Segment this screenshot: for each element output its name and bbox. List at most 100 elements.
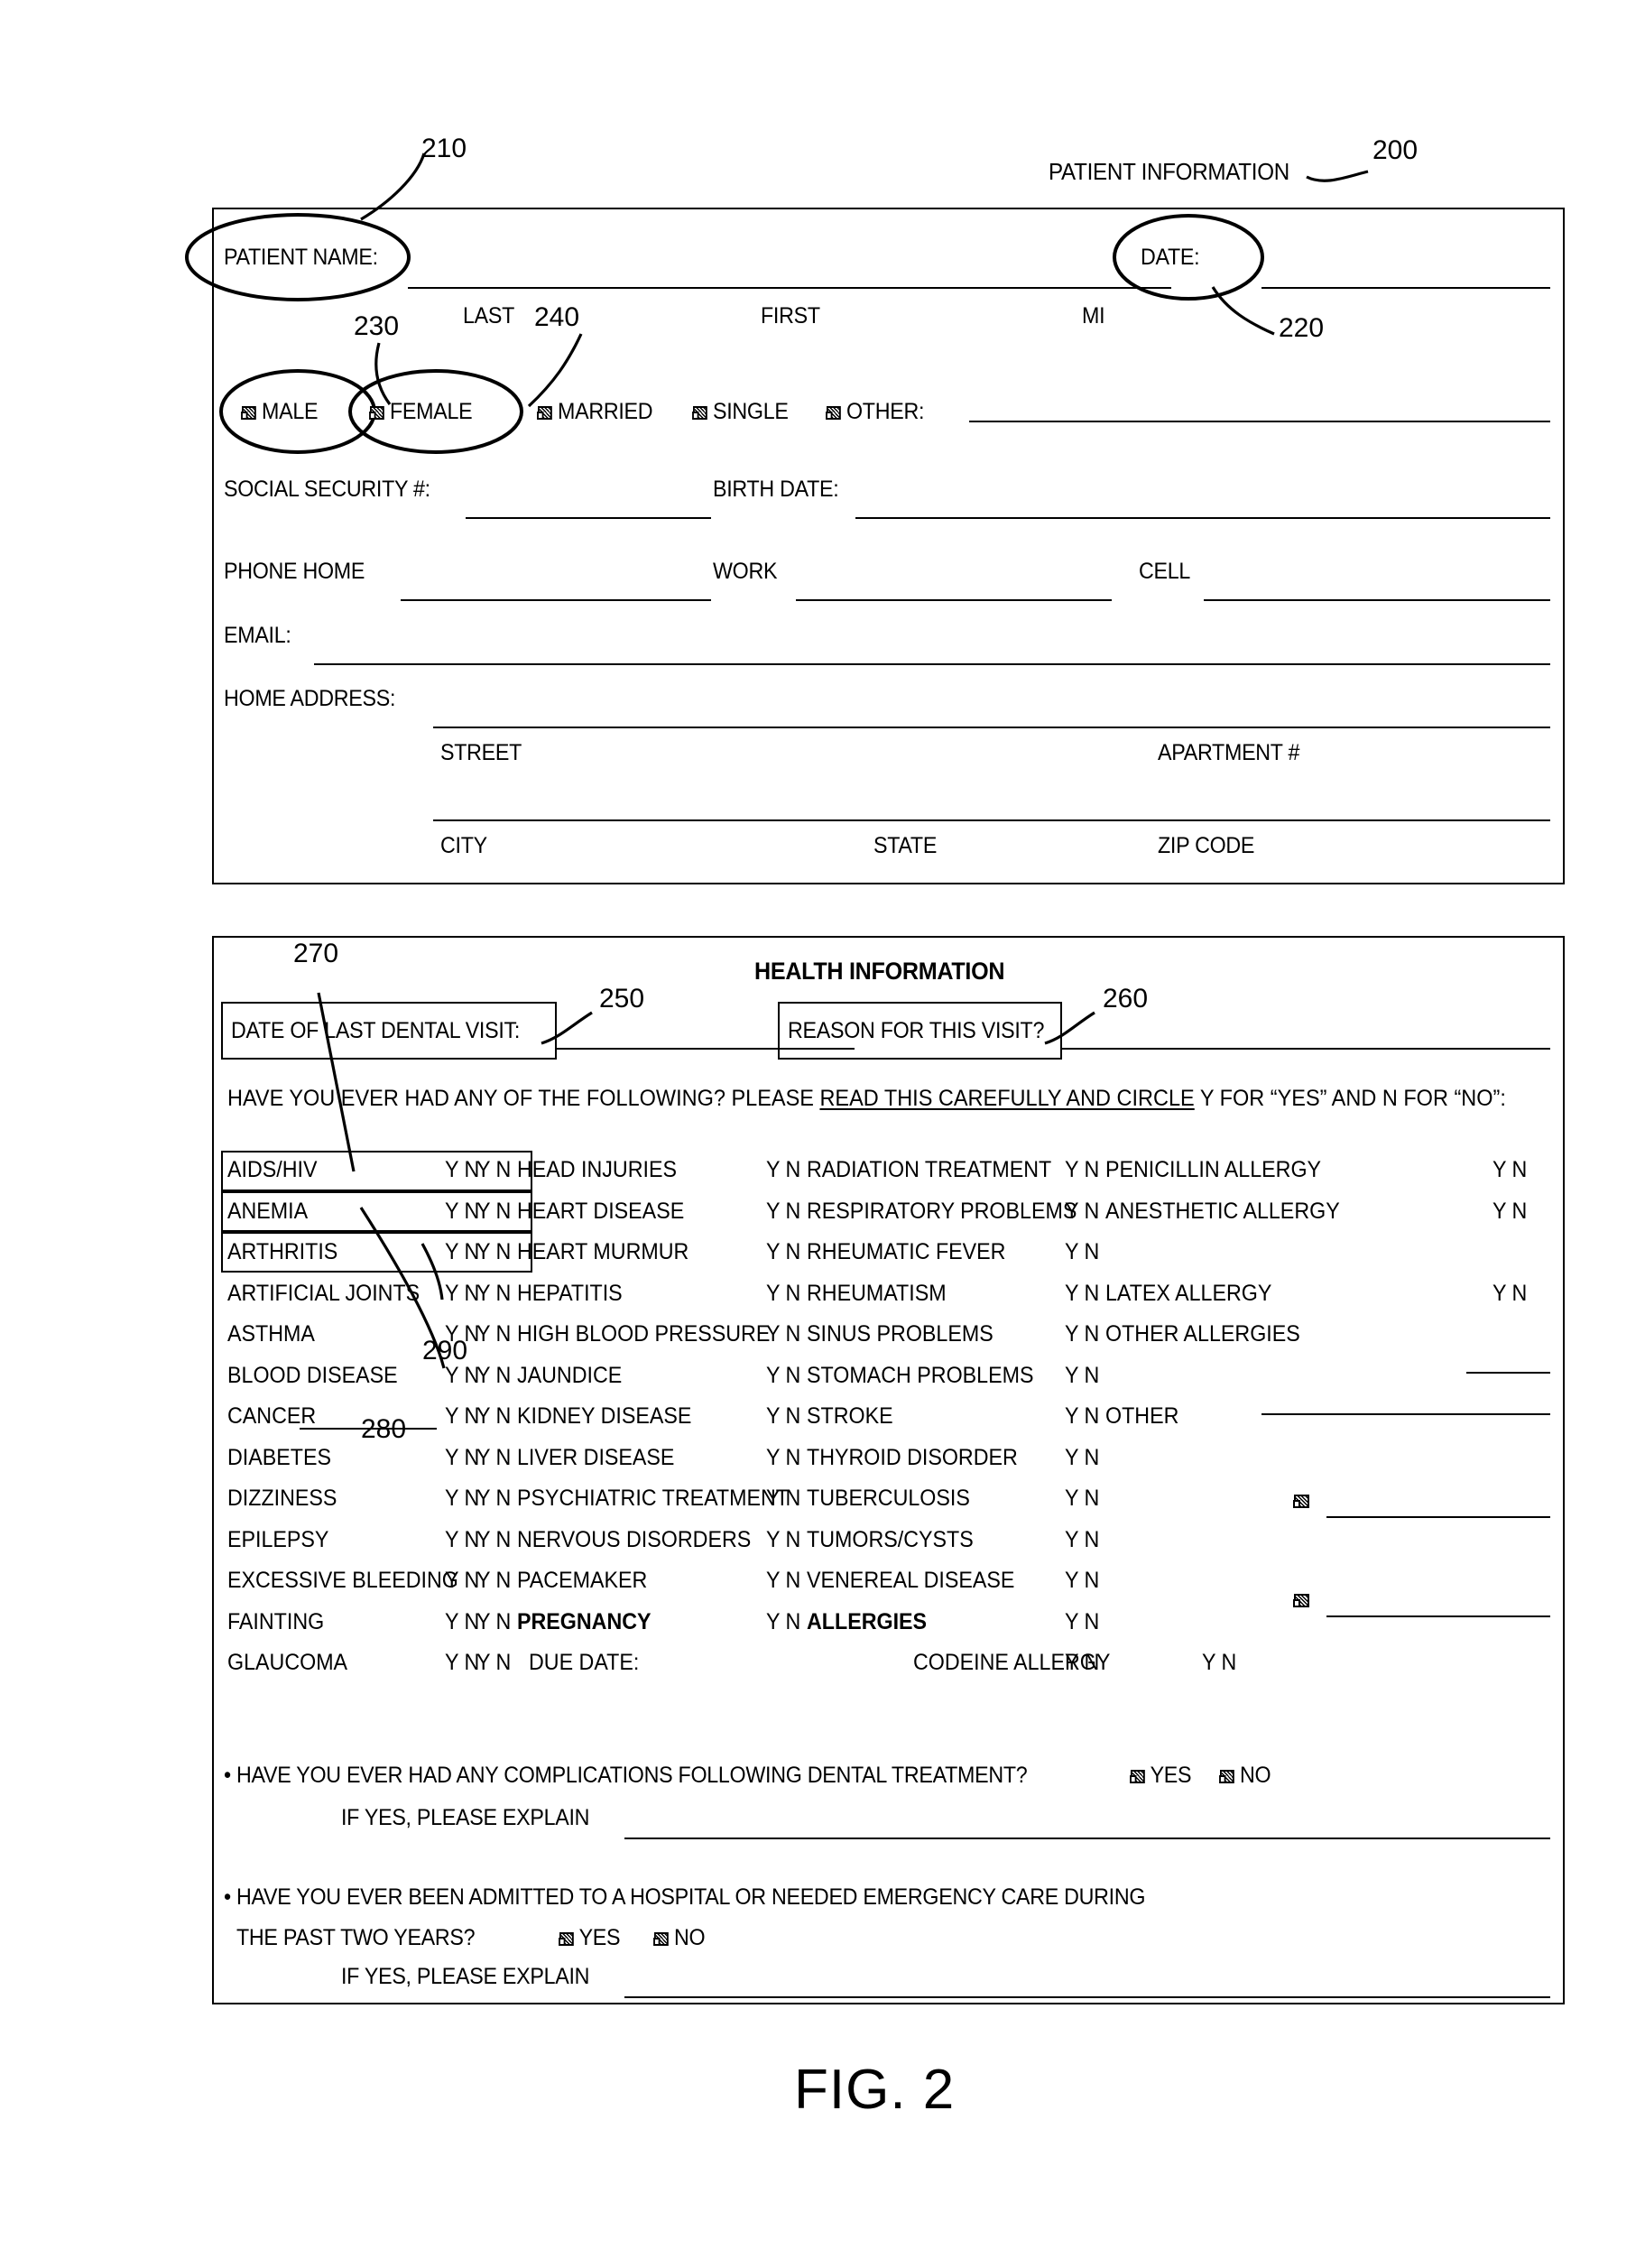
reason-for-visit-input-line[interactable] bbox=[1062, 1048, 1550, 1050]
mi-sublabel: MI bbox=[1082, 303, 1105, 329]
checkbox-icon-married[interactable] bbox=[537, 406, 552, 420]
birth-date-input-line[interactable] bbox=[855, 517, 1550, 519]
condition-label-allergies: ALLERGIES bbox=[807, 1608, 928, 1634]
yn-toggle-column2-8[interactable]: Y N bbox=[476, 1487, 511, 1510]
question1-yes-option[interactable]: YES bbox=[1130, 1764, 1192, 1787]
yn-toggle-column3-7[interactable]: Y N bbox=[766, 1446, 800, 1469]
checkbox-icon-other-2[interactable] bbox=[1293, 1594, 1309, 1607]
yn-toggle-column4-12[interactable]: Y N bbox=[1065, 1652, 1099, 1674]
yn-toggle-allergy-0[interactable]: Y N bbox=[1493, 1159, 1527, 1181]
yn-toggle-allergy-1[interactable]: Y N bbox=[1493, 1199, 1527, 1223]
question2-explain-input-line[interactable] bbox=[624, 1996, 1550, 1998]
marital-other-input-line[interactable] bbox=[969, 421, 1550, 422]
yn-toggle-column1-9[interactable]: Y N bbox=[445, 1528, 479, 1551]
yn-toggle-column1-2[interactable]: Y N bbox=[445, 1241, 479, 1264]
yn-toggle-column3-1[interactable]: Y N bbox=[766, 1199, 800, 1223]
female-option[interactable]: FEMALE bbox=[369, 401, 473, 423]
checkbox-icon-female[interactable] bbox=[369, 406, 384, 420]
other-condition-row-1[interactable] bbox=[1293, 1495, 1309, 1512]
marital-other-option[interactable]: OTHER: bbox=[826, 401, 924, 423]
yn-toggle-column4-0[interactable]: Y N bbox=[1065, 1159, 1099, 1181]
yn-toggle-column2-1[interactable]: Y N bbox=[476, 1199, 511, 1223]
checkbox-icon-q2-no[interactable] bbox=[653, 1932, 669, 1946]
yn-toggle-column3-4[interactable]: Y N bbox=[766, 1323, 800, 1346]
yn-toggle-column3-0[interactable]: Y N bbox=[766, 1159, 800, 1181]
yn-toggle-column3-3[interactable]: Y N bbox=[766, 1282, 800, 1305]
yn-toggle-column4-2[interactable]: Y N bbox=[1065, 1241, 1099, 1264]
yn-toggle-column2-2[interactable]: Y N bbox=[476, 1241, 511, 1264]
yn-toggle-column2-7[interactable]: Y N bbox=[476, 1446, 511, 1469]
yn-toggle-column1-11[interactable]: Y N bbox=[445, 1610, 479, 1634]
other-condition-input-line-1[interactable] bbox=[1326, 1516, 1550, 1518]
yn-toggle-codeine-allergy[interactable]: Y N bbox=[1202, 1652, 1236, 1674]
home-address-input-line[interactable] bbox=[433, 727, 1550, 728]
yn-toggle-column3-2[interactable]: Y N bbox=[766, 1241, 800, 1264]
yn-toggle-column3-11[interactable]: Y N bbox=[766, 1610, 800, 1634]
ssn-label: SOCIAL SECURITY #: bbox=[224, 477, 430, 502]
checkbox-icon-q1-yes[interactable] bbox=[1130, 1770, 1145, 1783]
yn-toggle-column4-8[interactable]: Y N bbox=[1065, 1487, 1099, 1510]
yn-toggle-column1-3[interactable]: Y N bbox=[445, 1282, 479, 1305]
yn-toggle-column2-3[interactable]: Y N bbox=[476, 1282, 511, 1305]
yn-toggle-column3-9[interactable]: Y N bbox=[766, 1528, 800, 1551]
yn-toggle-column4-9[interactable]: Y N bbox=[1065, 1528, 1099, 1551]
yn-toggle-column3-6[interactable]: Y N bbox=[766, 1405, 800, 1428]
yn-toggle-column4-10[interactable]: Y N bbox=[1065, 1569, 1099, 1592]
yn-toggle-column3-10[interactable]: Y N bbox=[766, 1569, 800, 1592]
other-condition-input-line-2[interactable] bbox=[1326, 1615, 1550, 1617]
yn-toggle-column1-7[interactable]: Y N bbox=[445, 1446, 479, 1469]
other-condition-row-2[interactable] bbox=[1293, 1594, 1309, 1611]
yn-toggle-column1-6[interactable]: Y N bbox=[445, 1405, 479, 1428]
yn-toggle-column3-8[interactable]: Y N bbox=[766, 1487, 800, 1510]
email-input-line[interactable] bbox=[314, 663, 1550, 665]
yn-toggle-column4-6[interactable]: Y N bbox=[1065, 1405, 1099, 1428]
work-phone-input-line[interactable] bbox=[796, 599, 1112, 601]
patient-name-input-line[interactable] bbox=[408, 287, 1171, 289]
condition-label-sinus-problems: SINUS PROBLEMS bbox=[807, 1321, 993, 1347]
checkbox-icon-single[interactable] bbox=[692, 406, 707, 420]
yn-toggle-column2-10[interactable]: Y N bbox=[476, 1569, 511, 1592]
cell-phone-input-line[interactable] bbox=[1204, 599, 1550, 601]
male-option[interactable]: MALE bbox=[241, 399, 319, 424]
question2-no-option[interactable]: NO bbox=[653, 1927, 706, 1949]
male-label: MALE bbox=[262, 399, 319, 424]
yn-toggle-column2-11[interactable]: Y N bbox=[476, 1610, 511, 1634]
single-option[interactable]: SINGLE bbox=[692, 401, 789, 423]
yn-toggle-column2-9[interactable]: Y N bbox=[476, 1528, 511, 1551]
yn-toggle-column2-5[interactable]: Y N bbox=[476, 1364, 511, 1387]
yn-toggle-column1-1[interactable]: Y N bbox=[445, 1199, 479, 1223]
city-state-zip-input-line[interactable] bbox=[433, 819, 1550, 821]
checkbox-icon-male[interactable] bbox=[241, 406, 256, 420]
other-allergies-input-line-1[interactable] bbox=[1466, 1372, 1550, 1374]
yn-toggle-column2-12[interactable]: Y N bbox=[476, 1652, 511, 1674]
yn-toggle-column1-4[interactable]: Y N bbox=[445, 1323, 479, 1346]
date-input-line[interactable] bbox=[1261, 287, 1550, 289]
yn-toggle-column2-6[interactable]: Y N bbox=[476, 1405, 511, 1428]
yn-toggle-allergy-3[interactable]: Y N bbox=[1493, 1282, 1527, 1305]
yn-toggle-column4-11[interactable]: Y N bbox=[1065, 1610, 1099, 1634]
yn-toggle-column4-1[interactable]: Y N bbox=[1065, 1199, 1099, 1223]
yn-toggle-column2-4[interactable]: Y N bbox=[476, 1323, 511, 1346]
yn-toggle-column4-7[interactable]: Y N bbox=[1065, 1446, 1099, 1469]
question1-no-option[interactable]: NO bbox=[1219, 1764, 1271, 1787]
yn-toggle-column1-12[interactable]: Y N bbox=[445, 1652, 479, 1674]
question2-yes-option[interactable]: YES bbox=[559, 1927, 621, 1949]
married-option[interactable]: MARRIED bbox=[537, 401, 653, 423]
other-allergies-input-line-2[interactable] bbox=[1261, 1413, 1550, 1415]
yn-toggle-column4-4[interactable]: Y N bbox=[1065, 1323, 1099, 1346]
question1-explain-input-line[interactable] bbox=[624, 1838, 1550, 1839]
checkbox-icon-q2-yes[interactable] bbox=[559, 1932, 574, 1946]
yn-toggle-column4-5[interactable]: Y N bbox=[1065, 1364, 1099, 1387]
yn-toggle-column4-3[interactable]: Y N bbox=[1065, 1282, 1099, 1305]
ssn-input-line[interactable] bbox=[466, 517, 711, 519]
yn-toggle-column1-0[interactable]: Y N bbox=[445, 1159, 479, 1181]
yn-toggle-column1-5[interactable]: Y N bbox=[445, 1364, 479, 1387]
cancer-detail-input-line[interactable] bbox=[300, 1428, 437, 1430]
yn-toggle-column2-0[interactable]: Y N bbox=[476, 1159, 511, 1181]
yn-toggle-column1-8[interactable]: Y N bbox=[445, 1487, 479, 1510]
checkbox-icon-other-1[interactable] bbox=[1293, 1495, 1309, 1508]
checkbox-icon-marital-other[interactable] bbox=[826, 406, 841, 420]
yn-toggle-column3-5[interactable]: Y N bbox=[766, 1364, 800, 1387]
phone-home-input-line[interactable] bbox=[401, 599, 711, 601]
checkbox-icon-q1-no[interactable] bbox=[1219, 1770, 1234, 1783]
